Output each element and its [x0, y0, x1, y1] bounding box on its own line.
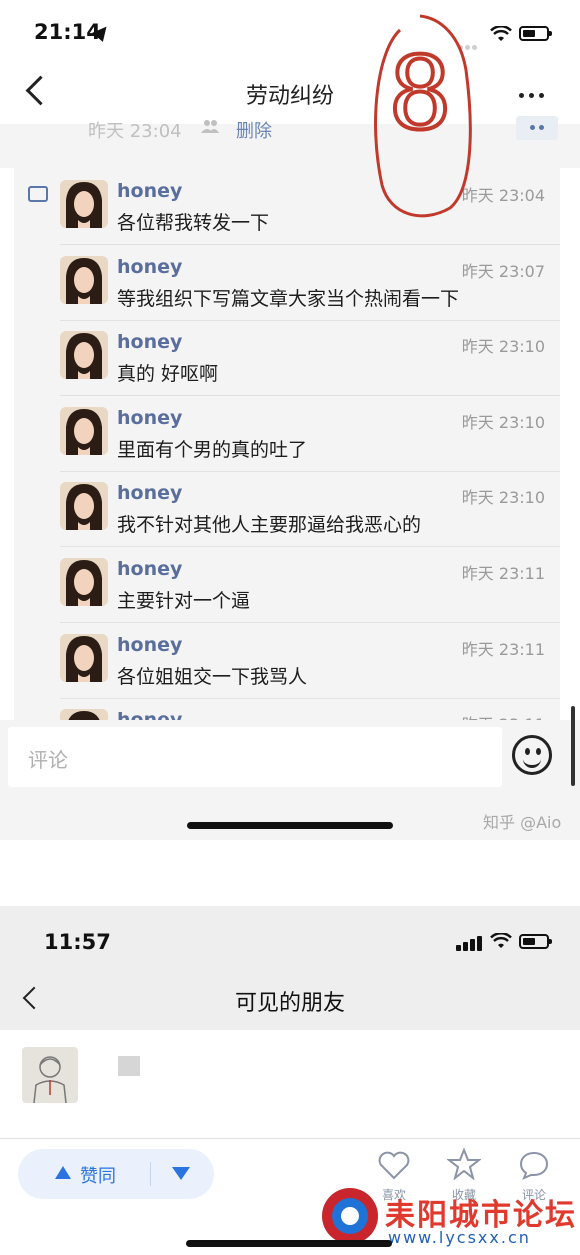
comment-time: 昨天 23:07 [461, 261, 545, 281]
comment-author[interactable]: honey [117, 407, 182, 429]
comment-button[interactable]: 评论 [518, 1150, 550, 1202]
friend-list-item[interactable] [0, 1030, 580, 1120]
avatar[interactable] [60, 331, 108, 380]
avatar[interactable] [60, 558, 108, 606]
comment-row[interactable]: honey 昨天 23:10 里面有个男的真的吐了 [60, 397, 560, 472]
comment-time: 昨天 23:11 [461, 564, 545, 583]
watermark: 知乎 @Aio [483, 813, 562, 832]
comment-text: 各位姐姐交一下我骂人 [117, 665, 308, 688]
home-indicator[interactable] [187, 822, 393, 829]
comment-row[interactable]: honey 昨天 23:11 各位姐姐交一下我骂人 [60, 624, 560, 699]
comment-author[interactable]: honey [117, 558, 182, 580]
comment-text: 各位帮我转发一下 [117, 212, 270, 234]
comment-time: 昨天 23:10 [461, 337, 545, 357]
comment-text: 里面有个男的真的吐了 [117, 438, 308, 461]
star-icon [446, 1147, 482, 1181]
annotation-number: 8 [374, 14, 472, 218]
comment-row[interactable]: honey 昨天 23:04 各位帮我转发一下 [60, 170, 560, 245]
post-meta-row [0, 124, 580, 168]
status-time-2: 11:57 [44, 930, 111, 954]
friend-name-redacted [118, 1056, 140, 1076]
post-time: 昨天 23:04 [88, 121, 182, 142]
emoji-icon[interactable] [512, 735, 552, 775]
more-icon[interactable] [519, 89, 549, 98]
delete-link[interactable]: 删除 [236, 117, 272, 143]
wifi-icon [490, 26, 512, 41]
comment-row[interactable]: honey 昨天 23:10 我不针对其他人主要那逼给我恶心的 [60, 472, 560, 548]
comment-time: 昨天 23:11 [461, 639, 545, 659]
friend-avatar [22, 1047, 78, 1103]
page-title-2: 可见的朋友 [234, 991, 345, 1016]
forum-url: www.lycsxx.cn [388, 1228, 531, 1247]
comment-input[interactable] [8, 727, 502, 787]
comment-author[interactable]: honey [117, 180, 182, 202]
cell-signal-icon [456, 935, 484, 951]
comment-icon [28, 186, 48, 202]
avatar[interactable] [60, 482, 108, 531]
comment-text: 主要针对一个逼 [117, 590, 251, 612]
scrollbar[interactable] [571, 706, 575, 786]
avatar[interactable] [60, 180, 108, 228]
comment-row[interactable]: honey 昨天 23:10 真的 好呕啊 [60, 321, 560, 397]
comment-author[interactable]: honey [117, 482, 182, 504]
upvote-icon [55, 1166, 71, 1179]
comment-author[interactable]: honey [117, 256, 182, 278]
comment-author[interactable]: honey [117, 634, 182, 656]
home-indicator-2[interactable] [186, 1240, 392, 1247]
comment-text: 我不针对其他人主要那逼给我恶心的 [117, 514, 422, 537]
annotation-digit: 8 [388, 35, 452, 152]
comment-row[interactable]: honey 昨天 23:11 主要针对一个逼 [60, 548, 560, 623]
battery-icon-2 [519, 934, 552, 949]
wifi-icon-2 [490, 933, 512, 948]
comment-time: 昨天 23:10 [461, 488, 545, 508]
divider [0, 1138, 580, 1139]
comment-row[interactable]: honey 昨天 23:07 等我组织下写篇文章大家当个热闹看一下 [60, 246, 560, 321]
battery-icon [519, 26, 552, 41]
page-title: 劳动纠纷 [245, 84, 334, 109]
vote-separator [150, 1162, 151, 1186]
people-icon [201, 120, 219, 133]
comment-text: 等我组织下写篇文章大家当个热闹看一下 [117, 287, 460, 310]
comment-placeholder: 评论 [28, 748, 68, 772]
forum-logo-icon [322, 1188, 378, 1244]
avatar[interactable] [60, 255, 108, 304]
avatar[interactable] [60, 406, 108, 455]
upvote-label: 赞同 [80, 1166, 116, 1187]
comment-bubble-icon [519, 1151, 549, 1180]
more-options-button[interactable] [516, 116, 558, 140]
comment-text: 真的 好呕啊 [117, 363, 219, 386]
comment-time: 昨天 23:10 [461, 412, 545, 432]
downvote-icon[interactable] [172, 1167, 190, 1180]
like-button[interactable]: 喜欢 [377, 1150, 411, 1202]
avatar[interactable] [60, 633, 108, 682]
comment-author[interactable]: honey [117, 331, 182, 353]
heart-icon [378, 1151, 410, 1180]
status-time: 21:14 [34, 20, 101, 44]
collect-button[interactable]: 收藏 [446, 1147, 482, 1202]
